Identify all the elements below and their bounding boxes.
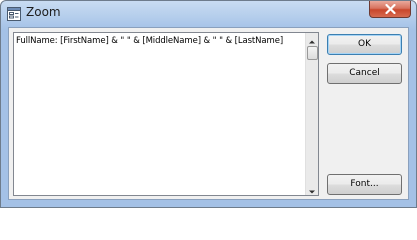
zoom-dialog: Zoom FullName: [FirstName] & " " & [Midd…: [0, 0, 417, 208]
expression-text[interactable]: FullName: [FirstName] & " " & [MiddleNam…: [16, 36, 283, 46]
font-button[interactable]: Font...: [327, 174, 402, 195]
window-title: Zoom: [26, 5, 61, 19]
close-button[interactable]: [369, 1, 411, 18]
dialog-body: FullName: [FirstName] & " " & [MiddleNam…: [8, 27, 409, 200]
title-bar[interactable]: Zoom: [1, 1, 416, 27]
ok-button[interactable]: OK: [327, 34, 402, 55]
scroll-down-arrow-icon[interactable]: [306, 183, 318, 195]
scroll-up-arrow-icon[interactable]: [306, 33, 318, 45]
cancel-button[interactable]: Cancel: [327, 63, 402, 84]
close-x-icon: [385, 4, 396, 14]
vertical-scrollbar[interactable]: [305, 33, 318, 195]
zoom-text-area[interactable]: FullName: [FirstName] & " " & [MiddleNam…: [13, 32, 319, 196]
form-window-icon: [7, 6, 21, 21]
scroll-thumb[interactable]: [307, 46, 318, 60]
